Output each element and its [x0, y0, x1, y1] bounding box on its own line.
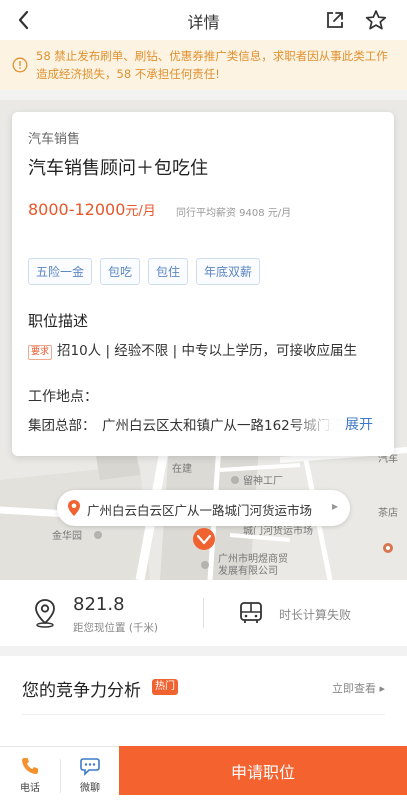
location-icon [32, 598, 58, 628]
benefit-tag: 五险一金 [28, 258, 93, 285]
average-salary: 同行平均薪资 9408 元/月 [176, 208, 292, 219]
requirement-badge: 要求 [28, 345, 53, 360]
favorite-star-icon[interactable] [365, 9, 387, 31]
phone-icon [20, 756, 40, 776]
job-title: 汽车销售顾问＋包吃住 [28, 158, 208, 179]
share-icon[interactable] [325, 10, 345, 30]
hq-label: 集团总部： [28, 418, 96, 434]
chevron-right-icon: ▸ [379, 682, 385, 695]
expand-button[interactable]: 展开 [345, 414, 373, 434]
duration-label: 时长计算失败 [279, 608, 352, 622]
salary-unit: 元/月 [125, 204, 156, 219]
requirements-text: 招10人 | 经验不限 | 中专以上学历，可接收应届生 [57, 343, 357, 359]
description-heading: 职位描述 [28, 312, 89, 330]
location-pin-icon [67, 499, 81, 517]
chat-icon [80, 756, 100, 776]
warning-icon [12, 57, 28, 73]
map-label-poi-4: 茶店 [378, 506, 398, 519]
map-label-poi-1: 留神工厂 [243, 474, 283, 487]
map-label-poi-6: 发展有限公司 [218, 564, 278, 577]
job-info-card: 汽车销售 汽车销售顾问＋包吃住 8000-12000元/月 同行平均薪资 940… [12, 112, 394, 456]
phone-label: 电话 [20, 783, 40, 794]
map-label-poi-5: 广州市明煜商贸 [218, 552, 288, 565]
page-title: 详情 [187, 13, 220, 32]
map-label-road: 在建 [172, 462, 192, 475]
phone-button[interactable]: 电话 [0, 747, 60, 810]
benefit-tag: 包住 [148, 258, 189, 285]
chat-button[interactable]: 微聊 [60, 747, 120, 810]
top-nav: 详情 [0, 0, 407, 40]
map-label-poi-3: 金华园 [52, 529, 82, 542]
work-location-label: 工作地点： [28, 389, 98, 405]
view-now-label: 立即查看 [331, 682, 376, 695]
divider [22, 714, 385, 715]
bottom-action-bar: 电话 微聊 申请职位 [0, 746, 407, 810]
map-address-pill[interactable]: 广州白云白云区广从一路城门河货运市场 ▸ [57, 490, 350, 526]
benefit-tags: 五险一金 包吃 包住 年底双薪 [28, 258, 261, 285]
distance-label: 距您现位置 (千米) [73, 622, 159, 634]
apply-button[interactable]: 申请职位 [119, 746, 407, 795]
competition-section: 您的竞争力分析 热门 立即查看 ▸ [0, 656, 407, 746]
hot-badge: 热门 [152, 679, 178, 695]
competition-title: 您的竞争力分析 [22, 681, 141, 701]
salary-range: 8000-12000 [28, 200, 126, 219]
notice-text: 58 禁止发布刷单、刷钻、优惠券推广类信息，求职者因从事此类工作造成经济损失，5… [36, 49, 388, 81]
chat-label: 微聊 [80, 783, 100, 794]
distance-value: 821.8 [73, 594, 125, 615]
view-now-link[interactable]: 立即查看 ▸ [332, 680, 385, 696]
job-category: 汽车销售 [28, 132, 81, 147]
bus-icon [238, 601, 264, 625]
benefit-tag: 包吃 [100, 258, 141, 285]
divider [203, 598, 204, 628]
map-address-text: 广州白云白云区广从一路城门河货运市场 [87, 503, 313, 518]
hq-address: 广州白云区太和镇广从一路162号城门河 [102, 418, 334, 434]
benefit-tag: 年底双薪 [196, 258, 261, 285]
map-marker-icon [192, 527, 216, 551]
salary: 8000-12000元/月 [28, 200, 156, 219]
distance-stats: 821.8 距您现位置 (千米) 时长计算失败 [0, 580, 407, 646]
safety-notice: 58 禁止发布刷单、刷钻、优惠券推广类信息，求职者因从事此类工作造成经济损失，5… [0, 40, 407, 90]
chevron-right-icon: ▸ [331, 499, 338, 513]
